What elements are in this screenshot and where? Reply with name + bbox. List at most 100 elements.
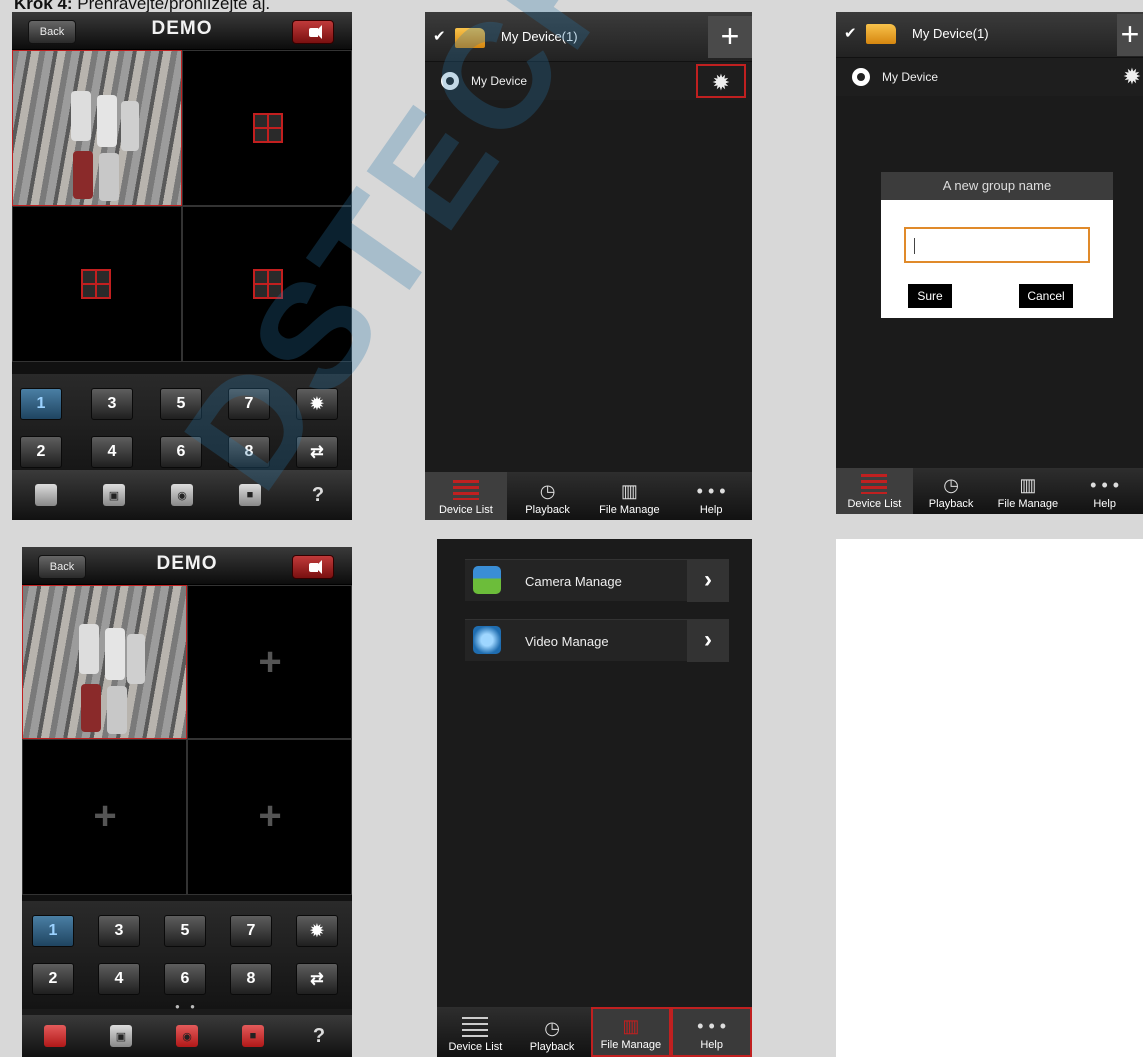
- list-icon: [452, 480, 479, 500]
- live-toolbar: ▣ ◉ ■ ?: [22, 1015, 352, 1057]
- record-button[interactable]: ■: [239, 484, 261, 506]
- more-dots-icon: • • •: [696, 481, 726, 501]
- empty-area: [836, 539, 1143, 1057]
- settings-key[interactable]: ✹: [296, 388, 338, 420]
- device-group-label: My Device(1): [501, 29, 578, 44]
- channel-key-2[interactable]: 2: [20, 436, 62, 468]
- channel-key-4[interactable]: 4: [98, 963, 140, 995]
- camera-icon: ◉: [177, 489, 187, 502]
- channel-key-6[interactable]: 6: [164, 963, 206, 995]
- swap-arrows-icon: ⇄: [310, 444, 324, 461]
- device-row[interactable]: My Device ✹: [836, 58, 1143, 96]
- bottom-nav: Device List ◷ Playback ▥ File Manage • • •…: [425, 472, 752, 520]
- tab-file-manage[interactable]: ▥ File Manage: [590, 1007, 672, 1057]
- tab-playback[interactable]: ◷ Playback: [514, 1007, 591, 1057]
- device-settings-button[interactable]: ✹: [696, 64, 746, 98]
- video-grid: + + +: [22, 585, 352, 901]
- add-camera-icon: +: [258, 794, 282, 838]
- close-view-button[interactable]: ▣: [103, 484, 125, 506]
- camera-manage-item[interactable]: Camera Manage ›: [465, 559, 729, 602]
- video-cell-2[interactable]: +: [187, 585, 352, 739]
- tab-playback[interactable]: ◷ Playback: [507, 472, 589, 520]
- video-camera-icon: ■: [249, 1030, 257, 1042]
- device-settings-button[interactable]: ✹: [1107, 60, 1143, 94]
- switch-key[interactable]: ⇄: [296, 963, 338, 995]
- device-row[interactable]: My Device ✹: [425, 62, 752, 100]
- stop-button[interactable]: [44, 1025, 66, 1047]
- video-cell-1[interactable]: [22, 585, 187, 739]
- channel-key-4[interactable]: 4: [91, 436, 133, 468]
- sure-button[interactable]: Sure: [908, 284, 952, 308]
- video-manage-item[interactable]: Video Manage ›: [465, 619, 729, 662]
- snapshot-button[interactable]: ◉: [171, 484, 193, 506]
- tab-device-list[interactable]: Device List: [437, 1007, 514, 1057]
- channel-key-7[interactable]: 7: [228, 388, 270, 420]
- device-list-dialog-panel: ✔ My Device(1) + My Device ✹ A new group…: [836, 12, 1143, 514]
- tab-device-list[interactable]: Device List: [425, 472, 507, 520]
- tab-help[interactable]: • • • Help: [670, 472, 752, 520]
- close-view-button[interactable]: ▣: [110, 1025, 132, 1047]
- tab-device-list[interactable]: Device List: [836, 468, 913, 514]
- tab-file-manage[interactable]: ▥ File Manage: [990, 468, 1067, 514]
- channel-key-5[interactable]: 5: [160, 388, 202, 420]
- help-button[interactable]: ?: [307, 484, 329, 506]
- device-group-header[interactable]: ✔ My Device(1) +: [425, 12, 752, 62]
- channel-keypad: 1 3 5 7 ✹ 2 4 6 8 ⇄ ● ●: [12, 374, 352, 484]
- cancel-button[interactable]: Cancel: [1019, 284, 1073, 308]
- channel-key-2[interactable]: 2: [32, 963, 74, 995]
- settings-key[interactable]: ✹: [296, 915, 338, 947]
- bottom-nav: Device List ◷ Playback ▥ File Manage • • •…: [437, 1007, 752, 1057]
- channel-key-3[interactable]: 3: [91, 388, 133, 420]
- speaker-icon: [308, 24, 322, 39]
- chevron-right-icon: ›: [687, 620, 729, 662]
- device-group-header[interactable]: ✔ My Device(1) +: [836, 12, 1143, 58]
- video-cell-1[interactable]: [12, 50, 182, 206]
- live-view-panel-2: Back DEMO + + + 1 3 5 7 ✹ 2 4 6 8 ⇄ ● ● …: [22, 547, 352, 1057]
- tab-help[interactable]: • • • Help: [1066, 468, 1143, 514]
- page-indicator: ● ●: [175, 1002, 199, 1011]
- snapshot-button[interactable]: ◉: [176, 1025, 198, 1047]
- channel-key-5[interactable]: 5: [164, 915, 206, 947]
- tab-file-manage[interactable]: ▥ File Manage: [589, 472, 671, 520]
- live-toolbar: ▣ ◉ ■ ?: [12, 470, 352, 520]
- clock-icon: ◷: [539, 481, 556, 501]
- speaker-button[interactable]: [292, 555, 334, 579]
- speaker-icon: [308, 559, 322, 574]
- binders-icon: ▥: [620, 481, 638, 501]
- switch-key[interactable]: ⇄: [296, 436, 338, 468]
- tab-help[interactable]: • • • Help: [671, 1007, 752, 1057]
- help-button[interactable]: ?: [308, 1025, 330, 1047]
- landscape-photo-icon: [473, 566, 501, 594]
- stop-button[interactable]: [35, 484, 57, 506]
- tab-playback[interactable]: ◷ Playback: [913, 468, 990, 514]
- video-grid: [12, 50, 352, 374]
- video-cell-4[interactable]: +: [187, 739, 352, 895]
- video-cell-4[interactable]: [182, 206, 352, 362]
- add-camera-icon: +: [258, 640, 282, 684]
- live-view-panel-1: Back DEMO 1 3 5 7 ✹ 2 4 6 8 ⇄ ▣ ◉ ■ ?: [12, 12, 352, 520]
- gear-icon: ✹: [310, 923, 324, 940]
- channel-key-8[interactable]: 8: [230, 963, 272, 995]
- channel-key-1[interactable]: 1: [32, 915, 74, 947]
- video-cell-3[interactable]: [12, 206, 182, 362]
- channel-key-7[interactable]: 7: [230, 915, 272, 947]
- dialog-title: A new group name: [881, 172, 1113, 200]
- add-device-button[interactable]: +: [708, 16, 752, 58]
- more-dots-icon: • • •: [1090, 475, 1120, 495]
- speaker-button[interactable]: [292, 20, 334, 44]
- video-cell-3[interactable]: +: [22, 739, 187, 895]
- group-name-input[interactable]: [904, 227, 1090, 263]
- close-view-icon: ▣: [115, 1030, 127, 1043]
- add-device-button[interactable]: +: [1117, 14, 1143, 56]
- more-dots-icon: • • •: [697, 1016, 727, 1036]
- device-list-panel: ✔ My Device(1) + My Device ✹ Device List…: [425, 12, 752, 520]
- swap-arrows-icon: ⇄: [310, 971, 324, 988]
- channel-key-8[interactable]: 8: [228, 436, 270, 468]
- channel-key-1[interactable]: 1: [20, 388, 62, 420]
- channel-key-3[interactable]: 3: [98, 915, 140, 947]
- record-button[interactable]: ■: [242, 1025, 264, 1047]
- channel-key-6[interactable]: 6: [160, 436, 202, 468]
- chevron-down-icon: ✔: [433, 28, 446, 45]
- add-camera-icon: [253, 113, 283, 143]
- video-cell-2[interactable]: [182, 50, 352, 206]
